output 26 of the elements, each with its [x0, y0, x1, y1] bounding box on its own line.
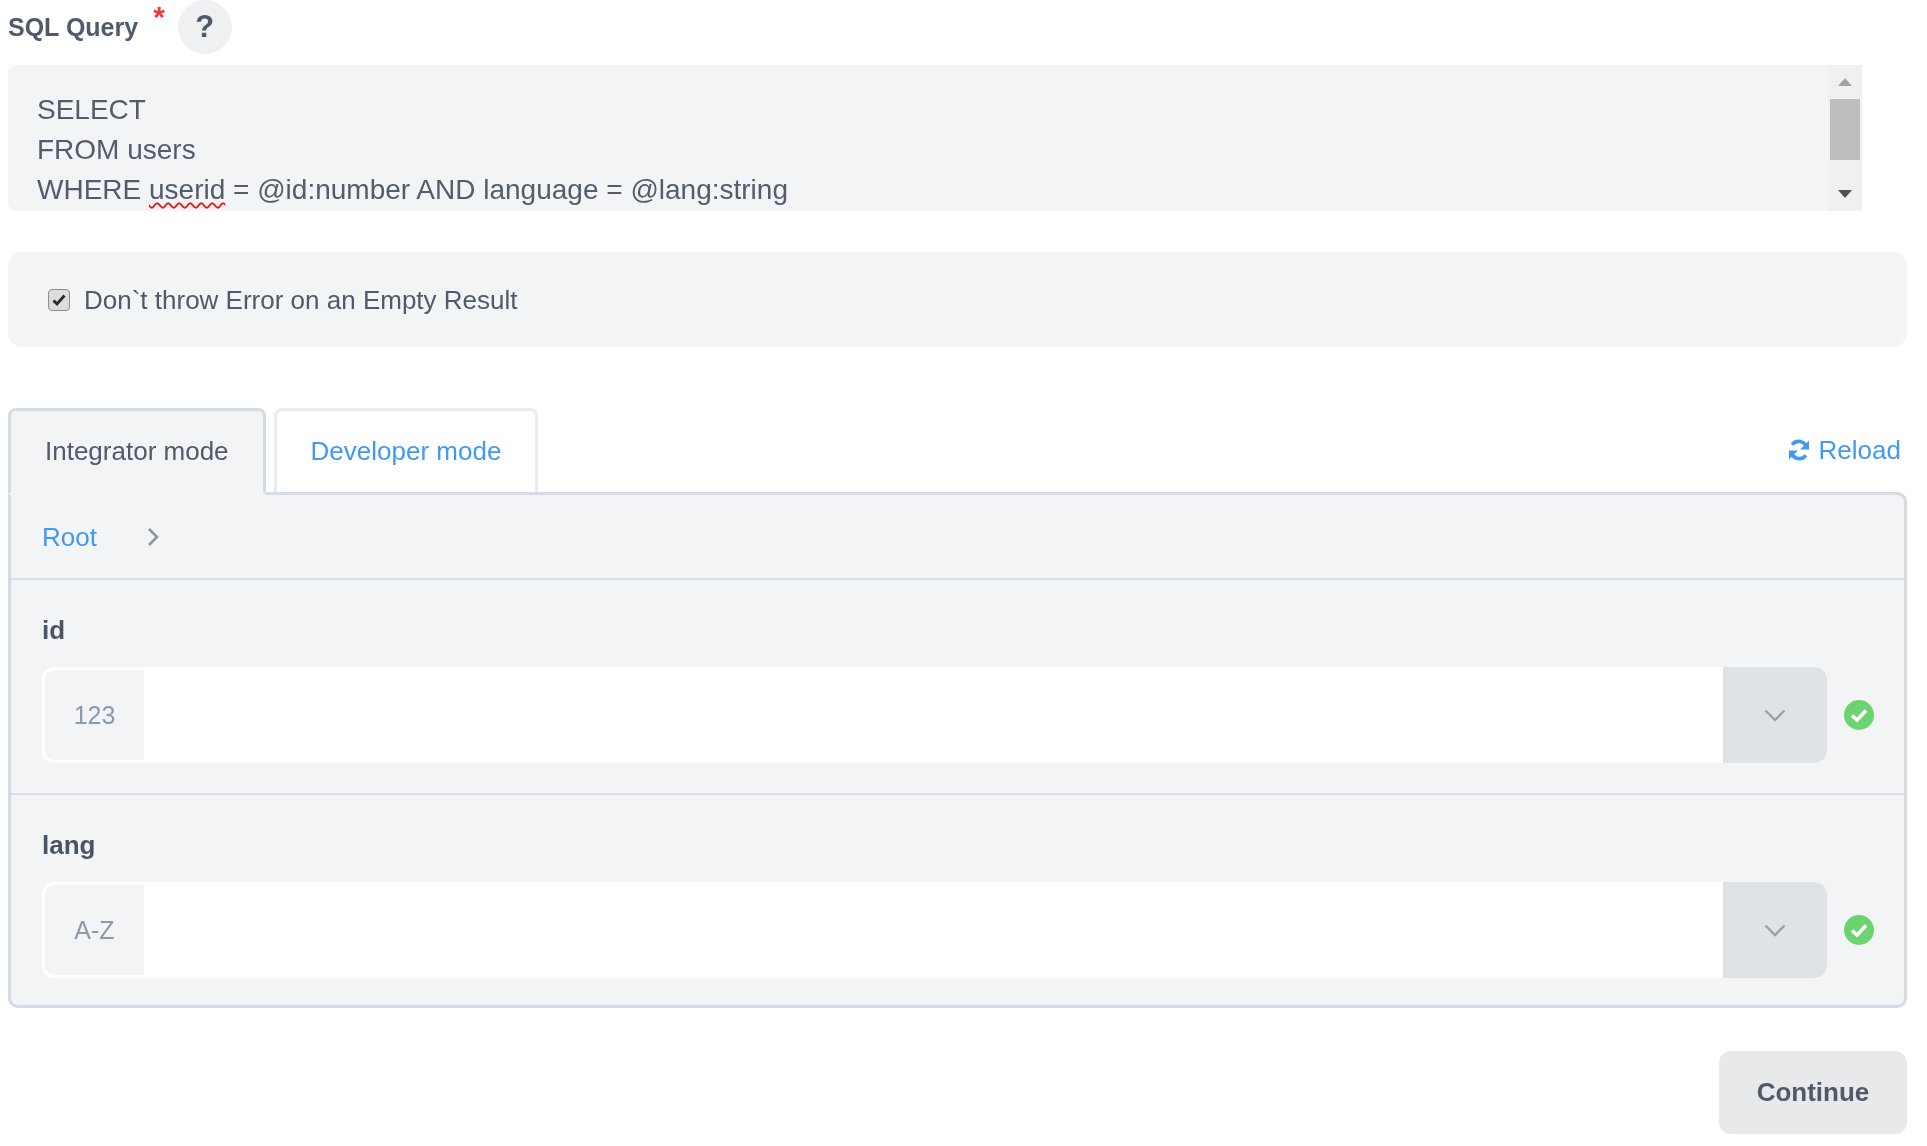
chevron-down-icon: [1764, 708, 1786, 722]
continue-button[interactable]: Continue: [1719, 1051, 1907, 1134]
field-label: SQL Query: [8, 12, 139, 43]
chevron-down-icon: [1764, 923, 1786, 937]
tab[interactable]: Integrator mode: [8, 408, 266, 495]
parameter-input-field[interactable]: 123: [42, 667, 1827, 763]
help-button[interactable]: ?: [177, 0, 232, 54]
required-mark: *: [153, 4, 165, 30]
check-icon: [52, 293, 66, 306]
checkbox-label: Don`t throw Error on an Empty Result: [84, 283, 518, 316]
parameter-input-field[interactable]: A-Z: [42, 882, 1827, 978]
chevron-right-icon: [146, 526, 159, 547]
type-prefix: A-Z: [45, 885, 144, 975]
reload-link[interactable]: Reload: [1786, 434, 1901, 466]
refresh-icon: [1786, 438, 1811, 462]
down-arrow-icon[interactable]: [1838, 190, 1852, 198]
breadcrumb-link[interactable]: Root: [42, 520, 97, 553]
tab[interactable]: Developer mode: [273, 408, 539, 492]
checkbox[interactable]: [48, 288, 70, 311]
scrollbar[interactable]: [1828, 65, 1862, 211]
scrollbar-thumb[interactable]: [1830, 99, 1860, 160]
sql-query-field[interactable]: SELECT FROM users WHERE userid = @id:number AND language = @lang:string: [8, 65, 1862, 211]
type-prefix: 123: [45, 670, 144, 760]
up-arrow-icon[interactable]: [1838, 78, 1852, 86]
parameter-label: id: [42, 614, 66, 647]
parameter-label: lang: [42, 829, 96, 862]
